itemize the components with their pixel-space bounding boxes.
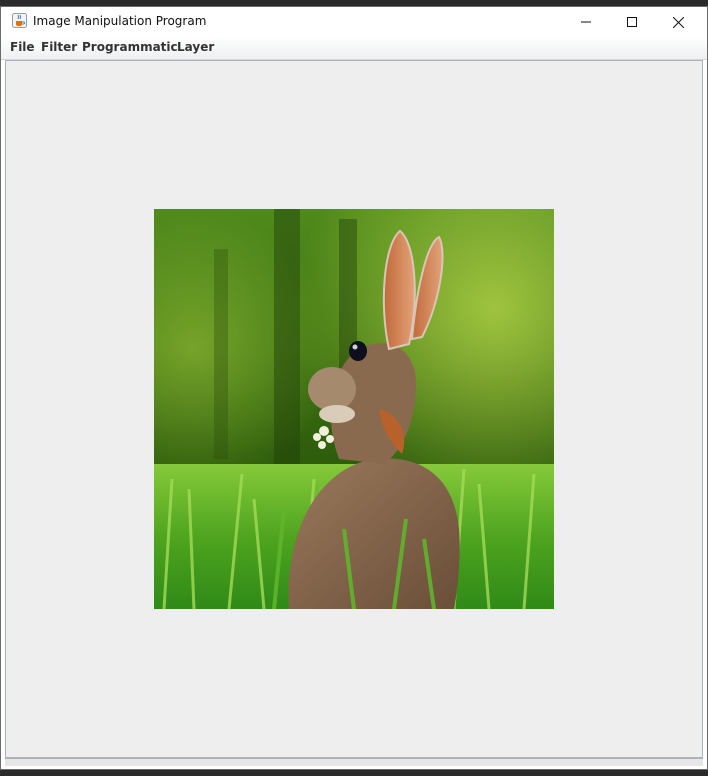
window-title: Image Manipulation Program <box>33 14 207 28</box>
menu-file[interactable]: File <box>10 40 35 54</box>
maximize-button[interactable] <box>609 7 655 37</box>
java-coffee-cup-icon <box>12 13 27 28</box>
minimize-button[interactable] <box>563 7 609 37</box>
app-window: Image Manipulation Program File Filter P… <box>0 6 708 770</box>
menu-programmatic[interactable]: Programmatic <box>82 40 178 54</box>
menu-bar: File Filter Programmatic Layer <box>1 37 707 60</box>
close-button[interactable] <box>655 7 701 37</box>
image-canvas-area[interactable] <box>5 60 703 758</box>
maximize-icon <box>627 17 637 27</box>
rabbit-in-grass-photo <box>154 209 554 609</box>
status-strip <box>5 758 703 766</box>
menu-layer[interactable]: Layer <box>177 40 214 54</box>
close-icon <box>672 16 684 28</box>
minimize-icon <box>581 21 591 23</box>
title-bar[interactable]: Image Manipulation Program <box>1 7 707 37</box>
menu-filter[interactable]: Filter <box>41 40 77 54</box>
